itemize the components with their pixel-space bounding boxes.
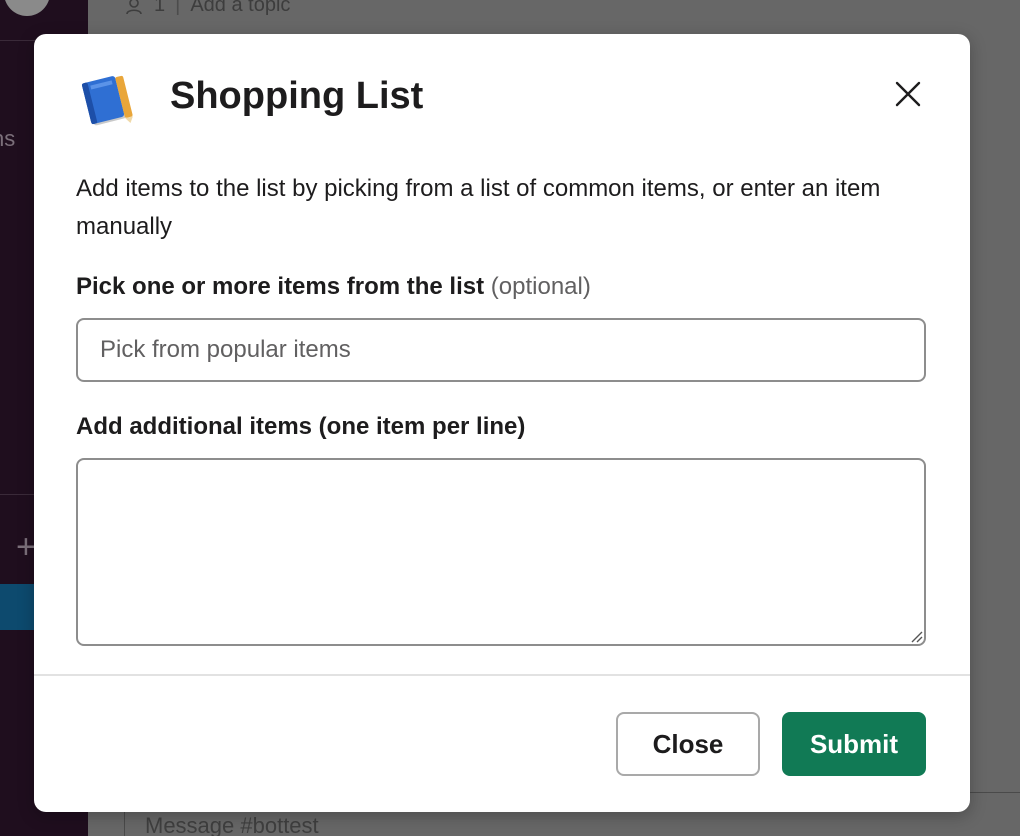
modal-description: Add items to the list by picking from a … bbox=[76, 175, 881, 240]
member-icon bbox=[126, 0, 142, 14]
add-topic-link: Add a topic bbox=[190, 0, 291, 16]
close-button[interactable]: Close bbox=[616, 712, 760, 776]
pick-items-label-text: Pick one or more items from the list bbox=[76, 273, 485, 300]
pick-items-label: Pick one or more items from the list (op… bbox=[76, 268, 926, 306]
header-separator: | bbox=[175, 0, 181, 16]
screen: ns + 1 | Add a topic Message #bottest bbox=[0, 0, 1020, 836]
modal-body: Add items to the list by picking from a … bbox=[76, 170, 926, 646]
sidebar-partial-label: ns bbox=[0, 126, 16, 151]
channel-header-meta: 1 | Add a topic bbox=[124, 0, 290, 17]
notebook-icon bbox=[78, 70, 136, 128]
popular-items-select[interactable]: Pick from popular items bbox=[76, 318, 926, 382]
close-icon[interactable] bbox=[890, 76, 926, 112]
workspace-avatar bbox=[4, 0, 50, 16]
member-count: 1 bbox=[154, 0, 166, 16]
add-channel-icon: + bbox=[16, 528, 36, 566]
additional-items-label: Add additional items (one item per line) bbox=[76, 413, 526, 440]
footer-divider bbox=[34, 674, 970, 676]
additional-items-wrapper bbox=[76, 458, 926, 646]
submit-button[interactable]: Submit bbox=[782, 712, 926, 776]
modal-header: Shopping List bbox=[34, 34, 970, 154]
resize-handle-icon[interactable] bbox=[906, 626, 924, 644]
additional-items-textarea[interactable] bbox=[76, 458, 926, 646]
shopping-list-modal: Shopping List Add items to the list by p… bbox=[34, 34, 970, 812]
modal-title: Shopping List bbox=[170, 75, 424, 117]
select-placeholder: Pick from popular items bbox=[100, 336, 351, 363]
optional-hint: (optional) bbox=[490, 273, 591, 300]
